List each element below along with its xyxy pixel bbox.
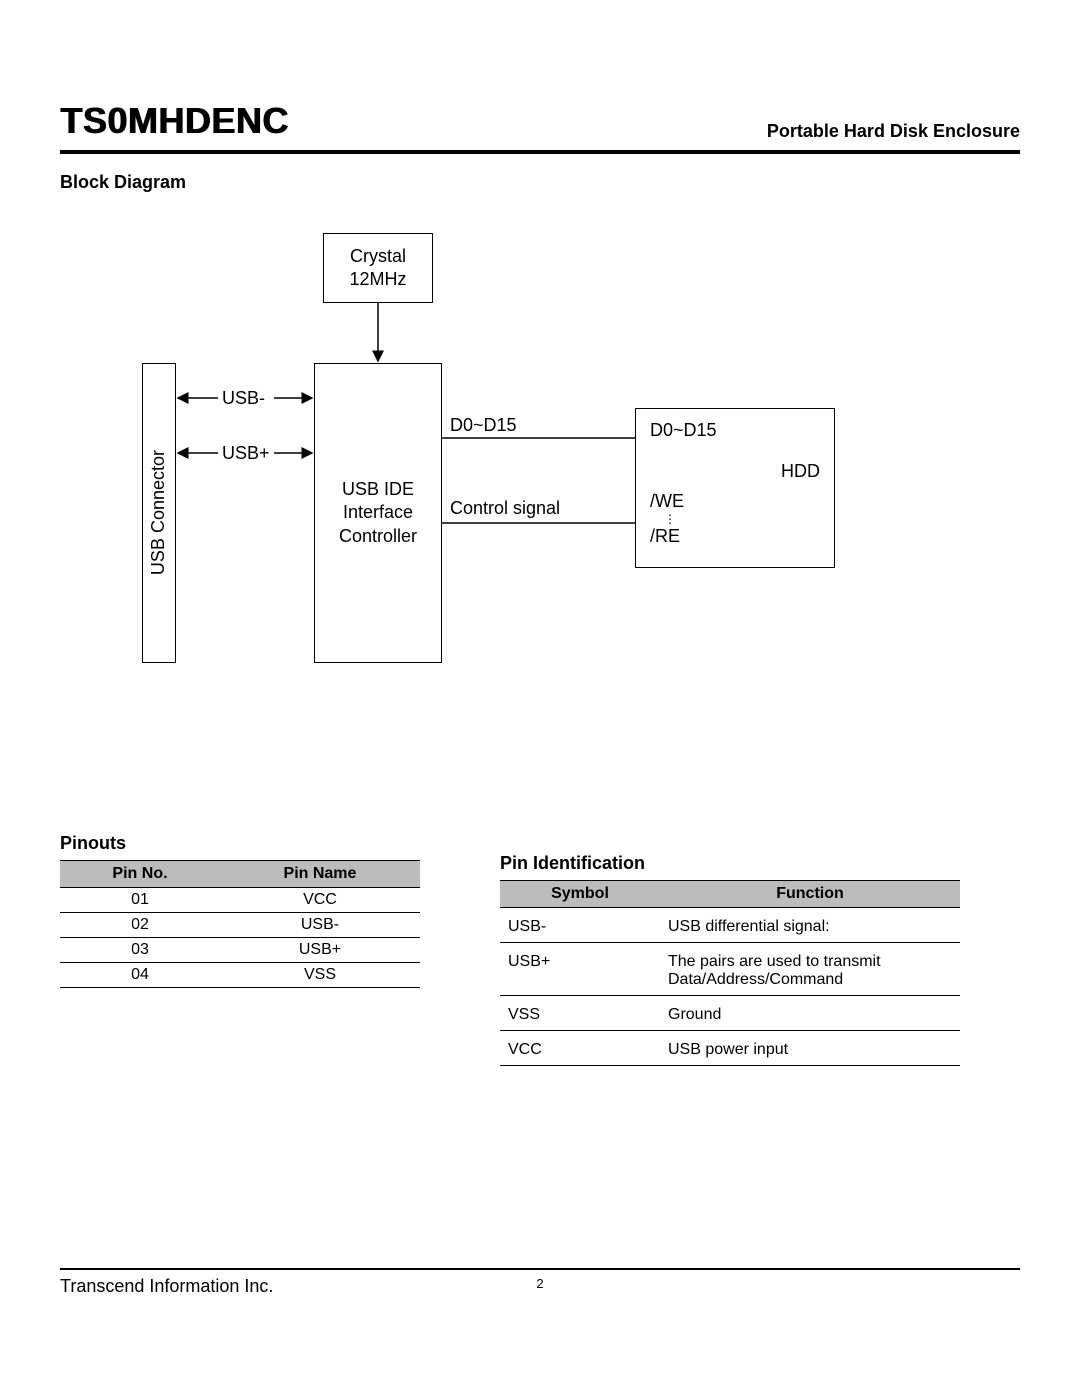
pinouts-header-pinno: Pin No. [60,861,220,888]
product-title: TS0MHDENC [60,100,289,142]
hdd-title: HDD [781,460,820,483]
hdd-d0d15: D0~D15 [650,419,717,442]
pinouts-title: Pinouts [60,833,420,854]
hdd-we: /WE [650,490,684,513]
section-block-diagram-title: Block Diagram [60,172,1020,193]
pinid-title: Pin Identification [500,853,960,874]
page-footer: Transcend Information Inc. 2 [60,1268,1020,1297]
table-row: USB-USB differential signal: [500,908,960,943]
product-subtitle: Portable Hard Disk Enclosure [767,121,1020,142]
crystal-line2: 12MHz [349,268,406,291]
diagram-connectors [60,233,1020,733]
controller-line1: USB IDE [342,478,414,501]
page-header: TS0MHDENC Portable Hard Disk Enclosure [60,100,1020,154]
table-row: 02USB- [60,913,420,938]
table-row: 03USB+ [60,938,420,963]
table-row: 04VSS [60,963,420,988]
pin-identification-table: Symbol Function USB-USB differential sig… [500,880,960,1066]
label-control-signal: Control signal [450,498,560,519]
table-row: USB+The pairs are used to transmit Data/… [500,943,960,996]
usb-connector-block: USB Connector [142,363,176,663]
footer-page-number: 2 [536,1276,543,1291]
label-usb-minus: USB- [222,388,265,409]
table-row: VSSGround [500,996,960,1031]
footer-company: Transcend Information Inc. [60,1276,273,1297]
crystal-line1: Crystal [350,245,406,268]
table-row: 01VCC [60,888,420,913]
label-usb-plus: USB+ [222,443,270,464]
hdd-block: D0~D15 HDD /WE ⋮ /RE [635,408,835,568]
usb-connector-label: USB Connector [147,450,170,575]
crystal-block: Crystal 12MHz [323,233,433,303]
table-row: VCCUSB power input [500,1031,960,1066]
pinouts-header-pinname: Pin Name [220,861,420,888]
controller-line3: Controller [339,525,417,548]
block-diagram: Crystal 12MHz USB Connector USB IDE Inte… [60,233,1020,733]
controller-line2: Interface [343,501,413,524]
controller-block: USB IDE Interface Controller [314,363,442,663]
pinid-header-function: Function [660,881,960,908]
label-d0d15: D0~D15 [450,415,517,436]
pinid-header-symbol: Symbol [500,881,660,908]
hdd-re: /RE [650,525,680,548]
hdd-dots: ⋮ [664,513,676,525]
pinouts-table: Pin No. Pin Name 01VCC 02USB- 03USB+ 04V… [60,860,420,988]
